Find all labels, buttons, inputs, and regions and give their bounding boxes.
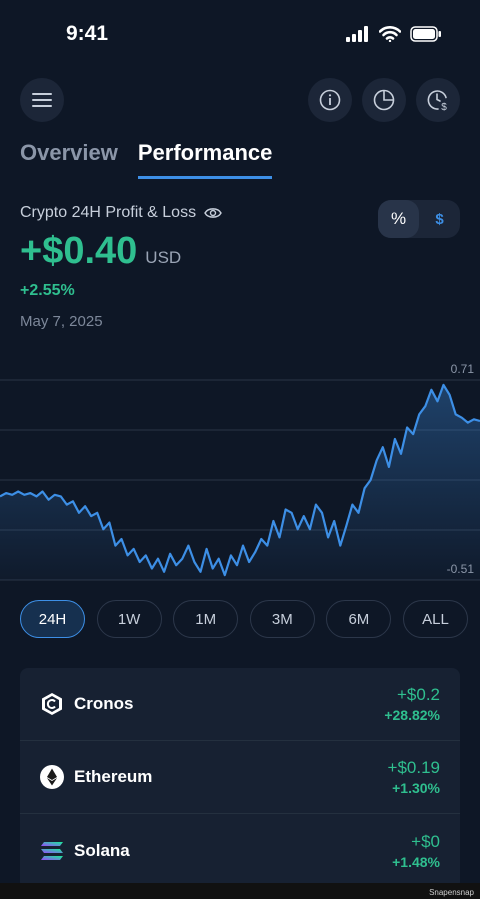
footer-bar: Snapensnap	[0, 883, 480, 899]
info-icon	[319, 89, 341, 111]
pnl-date: May 7, 2025	[20, 313, 103, 330]
chart-min-label: -0.51	[446, 562, 474, 576]
wifi-icon	[379, 26, 401, 42]
battery-icon	[410, 26, 441, 42]
range-1w-button[interactable]: 1W	[96, 600, 162, 638]
cellular-signal-icon	[346, 26, 368, 42]
history-button[interactable]: $	[416, 78, 460, 122]
tab-performance[interactable]: Performance	[137, 140, 273, 179]
tab-bar: Overview Performance	[20, 140, 273, 179]
time-range-selector: 24H 1W 1M 3M 6M ALL	[20, 600, 468, 638]
asset-value: +$0.19	[387, 758, 440, 777]
menu-button[interactable]	[20, 78, 64, 122]
range-3m-button[interactable]: 3M	[249, 600, 315, 638]
chart-max-label: 0.71	[450, 362, 474, 376]
svg-text:$: $	[441, 102, 447, 112]
asset-value: +$0.2	[396, 685, 440, 704]
range-all-button[interactable]: ALL	[402, 600, 468, 638]
status-icons	[346, 26, 442, 42]
asset-name: Solana	[74, 840, 130, 860]
pnl-value: +$0.40 USD	[20, 230, 181, 273]
asset-list: Cronos +$0.2 +28.82% Ethereum +$0.19 +1.…	[20, 668, 460, 890]
pnl-amount: +$0.40	[20, 230, 138, 272]
pnl-title: Crypto 24H Profit & Loss	[20, 204, 222, 222]
asset-row-cronos[interactable]: Cronos +$0.2 +28.82%	[20, 668, 460, 741]
clock-dollar-icon: $	[427, 90, 447, 112]
eye-icon[interactable]	[204, 206, 222, 220]
range-1m-button[interactable]: 1M	[173, 600, 239, 638]
range-24h-button[interactable]: 24H	[20, 600, 85, 638]
asset-percent: +28.82%	[384, 707, 440, 723]
pnl-chart[interactable]	[0, 360, 480, 585]
info-button[interactable]	[308, 78, 352, 122]
asset-value: +$0	[411, 831, 440, 851]
tab-overview[interactable]: Overview	[20, 140, 118, 179]
hamburger-icon	[32, 93, 52, 107]
asset-name: Cronos	[74, 694, 134, 713]
chart-area	[0, 384, 480, 580]
dollar-toggle-button[interactable]: $	[419, 200, 460, 238]
range-6m-button[interactable]: 6M	[326, 600, 392, 638]
pie-chart-button[interactable]	[362, 78, 406, 122]
status-time: 9:41	[66, 22, 109, 45]
asset-row-ethereum[interactable]: Ethereum +$0.19 +1.30%	[20, 741, 460, 814]
solana-icon	[40, 839, 64, 863]
asset-percent: +1.30%	[392, 780, 440, 796]
cronos-icon	[40, 692, 64, 716]
pie-chart-icon	[373, 89, 395, 111]
pnl-currency: USD	[145, 248, 182, 267]
asset-percent: +1.48%	[392, 853, 440, 870]
watermark-text: Snapensnap	[429, 888, 474, 897]
asset-row-solana[interactable]: Solana +$0 +1.48%	[20, 814, 460, 887]
ethereum-icon	[40, 765, 64, 789]
unit-toggle: % $	[378, 200, 460, 238]
pnl-title-text: Crypto 24H Profit & Loss	[20, 204, 197, 221]
asset-name: Ethereum	[74, 767, 153, 786]
status-bar: 9:41	[0, 0, 480, 72]
pnl-percent-change: +2.55%	[20, 282, 75, 299]
percent-toggle-button[interactable]: %	[378, 200, 419, 238]
